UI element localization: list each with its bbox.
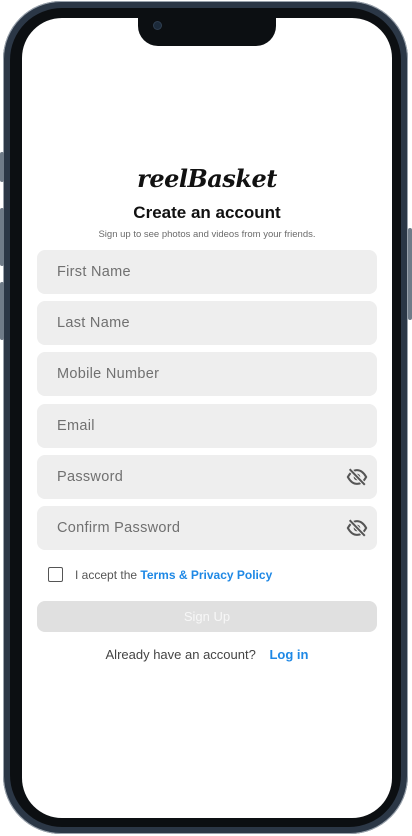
terms-prefix: I accept the <box>75 567 138 582</box>
terms-text: I accept the Terms & Privacy Policy <box>75 568 272 582</box>
sign-up-button[interactable]: Sign Up <box>37 601 377 632</box>
page-title: Create an account <box>133 203 281 222</box>
side-button <box>0 282 4 340</box>
side-button <box>0 208 4 266</box>
confirm-password-input[interactable] <box>57 520 357 536</box>
terms-checkbox[interactable] <box>48 567 63 582</box>
brand-logo: reelBasket <box>137 164 277 193</box>
email-field[interactable] <box>37 404 377 448</box>
eye-off-icon[interactable] <box>346 517 368 539</box>
login-row: Already have an account? Log in <box>22 647 392 662</box>
camera-icon <box>154 22 161 29</box>
side-button <box>0 152 4 182</box>
mobile-number-field[interactable] <box>37 352 377 396</box>
email-input[interactable] <box>57 418 357 434</box>
app-screen: reelBasket Create an account Sign up to … <box>22 18 392 818</box>
side-button <box>408 228 412 320</box>
eye-off-icon[interactable] <box>346 466 368 488</box>
confirm-password-field[interactable] <box>37 506 377 550</box>
page-subtitle: Sign up to see photos and videos from yo… <box>98 229 316 240</box>
login-link[interactable]: Log in <box>269 647 308 662</box>
password-field[interactable] <box>37 455 377 499</box>
notch <box>138 18 276 46</box>
first-name-field[interactable] <box>37 250 377 294</box>
password-input[interactable] <box>57 469 357 485</box>
last-name-input[interactable] <box>57 315 357 331</box>
login-prompt: Already have an account? <box>105 647 256 662</box>
last-name-field[interactable] <box>37 301 377 345</box>
terms-link[interactable]: Terms & Privacy Policy <box>140 568 272 582</box>
mobile-number-input[interactable] <box>57 366 357 382</box>
first-name-input[interactable] <box>57 264 357 280</box>
terms-row: I accept the Terms & Privacy Policy <box>48 567 272 582</box>
